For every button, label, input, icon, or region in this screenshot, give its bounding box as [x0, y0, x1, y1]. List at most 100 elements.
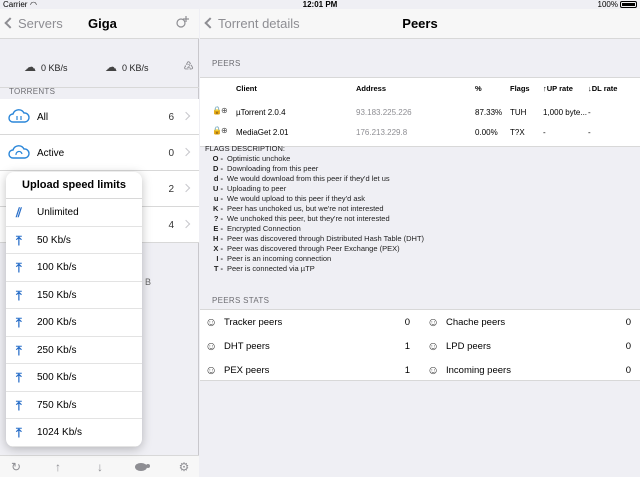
- person-icon: ☺: [205, 315, 218, 329]
- flag-desc: Peer was discovered through Distributed …: [227, 234, 425, 243]
- peers-stats-header: PEERS STATS: [212, 296, 270, 305]
- filter-count: 4: [168, 220, 174, 231]
- cloud-download-icon: ☁: [24, 60, 36, 74]
- flag-line: E - Encrypted Connection: [205, 224, 635, 234]
- person-icon: ☺: [427, 363, 440, 377]
- flag-key: H -: [213, 234, 223, 243]
- flag-desc: Peer has unchoked us, but we're not inte…: [227, 204, 384, 213]
- flag-line: u - We would upload to this peer if they'…: [205, 194, 635, 204]
- refresh-icon[interactable]: ↻: [8, 459, 24, 475]
- add-server-icon[interactable]: [175, 14, 191, 30]
- flag-key: d -: [213, 174, 223, 183]
- download-speed-value: 0 KB/s: [41, 63, 68, 73]
- stat-label: DHT peers: [224, 341, 270, 352]
- bottom-toolbar: ↻ ↑ ↓ ⚙: [0, 455, 199, 477]
- flag-key: I -: [216, 254, 223, 263]
- upload-limit-icon[interactable]: ↑: [50, 459, 66, 475]
- peer-percent: 0.00%: [475, 128, 498, 137]
- flag-desc: Downloading from this peer: [227, 164, 319, 173]
- status-bar: Carrier ◠ 12:01 PM 100%: [0, 0, 640, 9]
- col-flags: Flags: [510, 84, 530, 93]
- arrow-up-icon: ⤒: [16, 287, 22, 303]
- col-client: Client: [236, 84, 257, 93]
- speed-option[interactable]: ⤒ 750 Kb/s: [6, 392, 142, 419]
- stat-value: 1: [404, 365, 410, 376]
- person-icon: ☺: [205, 339, 218, 353]
- flag-desc: We would download from this peer if they…: [227, 174, 390, 183]
- flag-line: d - We would download from this peer if t…: [205, 174, 635, 184]
- flag-line: ? - We unchoked this peer, but they're no…: [205, 214, 635, 224]
- stat-incoming-peers: ☺ Incoming peers 0: [422, 358, 640, 382]
- flag-line: H - Peer was discovered through Distribut…: [205, 234, 635, 244]
- peer-down-rate: -: [588, 128, 591, 137]
- filter-count: 6: [168, 112, 174, 123]
- speed-option-label: 50 Kb/s: [37, 234, 71, 246]
- speed-option[interactable]: ⤒ 100 Kb/s: [6, 254, 142, 282]
- speed-option[interactable]: ⤒ 150 Kb/s: [6, 282, 142, 309]
- torrent-filter-active[interactable]: Active 0: [0, 135, 199, 171]
- speed-summary: ☁ 0 KB/s ☁ 0 KB/s ♴: [0, 48, 199, 88]
- flag-key: u -: [213, 194, 223, 203]
- stat-value: 0: [625, 317, 631, 328]
- torrent-filter-all[interactable]: All 6: [0, 99, 199, 135]
- speed-option[interactable]: ⤒ 50 Kb/s: [6, 227, 142, 254]
- speed-option-unlimited[interactable]: ⫽ Unlimited: [6, 199, 142, 227]
- stat-lpd-peers: ☺ LPD peers 0: [422, 334, 640, 358]
- battery-icon: [620, 1, 637, 8]
- peers-section-header: PEERS: [212, 59, 241, 68]
- download-speed: ☁ 0 KB/s: [22, 60, 68, 74]
- page-title: Peers: [402, 16, 438, 31]
- speed-limit-icon[interactable]: ♴: [183, 59, 194, 73]
- flag-key: D -: [213, 164, 223, 173]
- peer-lock-icon: 🔒⊕: [212, 126, 228, 135]
- flag-key: ? -: [213, 214, 223, 223]
- flag-key: O -: [212, 154, 223, 163]
- flag-line: T - Peer is connected via µTP: [205, 264, 635, 274]
- table-row[interactable]: 🔒⊕ MediaGet 2.01 176.213.229.8 0.00% T?X…: [200, 123, 640, 143]
- stat-cache-peers: ☺ Chache peers 0: [422, 310, 640, 334]
- filter-label: Active: [37, 148, 65, 159]
- speed-option-label: 100 Kb/s: [37, 262, 77, 273]
- speed-option-label: 200 Kb/s: [37, 317, 77, 328]
- flag-line: O - Optimistic unchoke: [205, 154, 635, 164]
- flag-line: X - Peer was discovered through Peer Exch…: [205, 244, 635, 254]
- settings-gear-icon[interactable]: ⚙: [176, 459, 192, 475]
- stat-tracker-peers: ☺ Tracker peers 0: [200, 310, 418, 334]
- servers-back-button[interactable]: Servers: [4, 16, 63, 31]
- peer-address: 176.213.229.8: [356, 128, 408, 137]
- col-up-rate: ↑UP rate: [543, 84, 573, 93]
- stat-pex-peers: ☺ PEX peers 1: [200, 358, 418, 382]
- speed-option[interactable]: ⤒ 1024 Kb/s: [6, 419, 142, 447]
- filter-count: 0: [168, 148, 174, 159]
- cloud-active-icon: [8, 144, 30, 160]
- speed-option-label: Unlimited: [37, 207, 79, 218]
- stat-label: PEX peers: [224, 365, 270, 376]
- flag-key: X -: [213, 244, 223, 253]
- peer-client: MediaGet 2.01: [236, 128, 289, 137]
- turtle-icon[interactable]: [134, 459, 150, 475]
- download-limit-icon[interactable]: ↓: [92, 459, 108, 475]
- partial-text: B: [145, 277, 152, 287]
- flag-line: K - Peer has unchoked us, but we're not i…: [205, 204, 635, 214]
- peer-down-rate: -: [588, 108, 591, 117]
- flag-desc: Uploading to peer: [227, 184, 287, 193]
- arrow-up-icon: ⤒: [16, 342, 22, 358]
- speed-option[interactable]: ⤒ 200 Kb/s: [6, 309, 142, 337]
- peer-flags: TUH: [510, 108, 527, 117]
- peer-address: 93.183.225.226: [356, 108, 412, 117]
- flag-desc: Peer is connected via µTP: [227, 264, 315, 273]
- flag-desc: Optimistic unchoke: [227, 154, 291, 163]
- flag-line: U - Uploading to peer: [205, 184, 635, 194]
- flag-key: U -: [213, 184, 223, 193]
- stat-value: 0: [625, 365, 631, 376]
- speed-option[interactable]: ⤒ 250 Kb/s: [6, 337, 142, 364]
- speed-option[interactable]: ⤒ 500 Kb/s: [6, 364, 142, 392]
- col-address: Address: [356, 84, 387, 93]
- chevron-right-icon: [181, 219, 191, 229]
- torrents-section-header: TORRENTS: [9, 87, 56, 96]
- servers-back-label: Servers: [18, 16, 63, 31]
- popover-title: Upload speed limits: [6, 172, 142, 199]
- table-row[interactable]: 🔒⊕ µTorrent 2.0.4 93.183.225.226 87.33% …: [200, 103, 640, 123]
- upload-speed-popover: Upload speed limits ⫽ Unlimited ⤒ 50 Kb/…: [6, 172, 142, 447]
- arrow-up-icon: ⤒: [16, 260, 22, 275]
